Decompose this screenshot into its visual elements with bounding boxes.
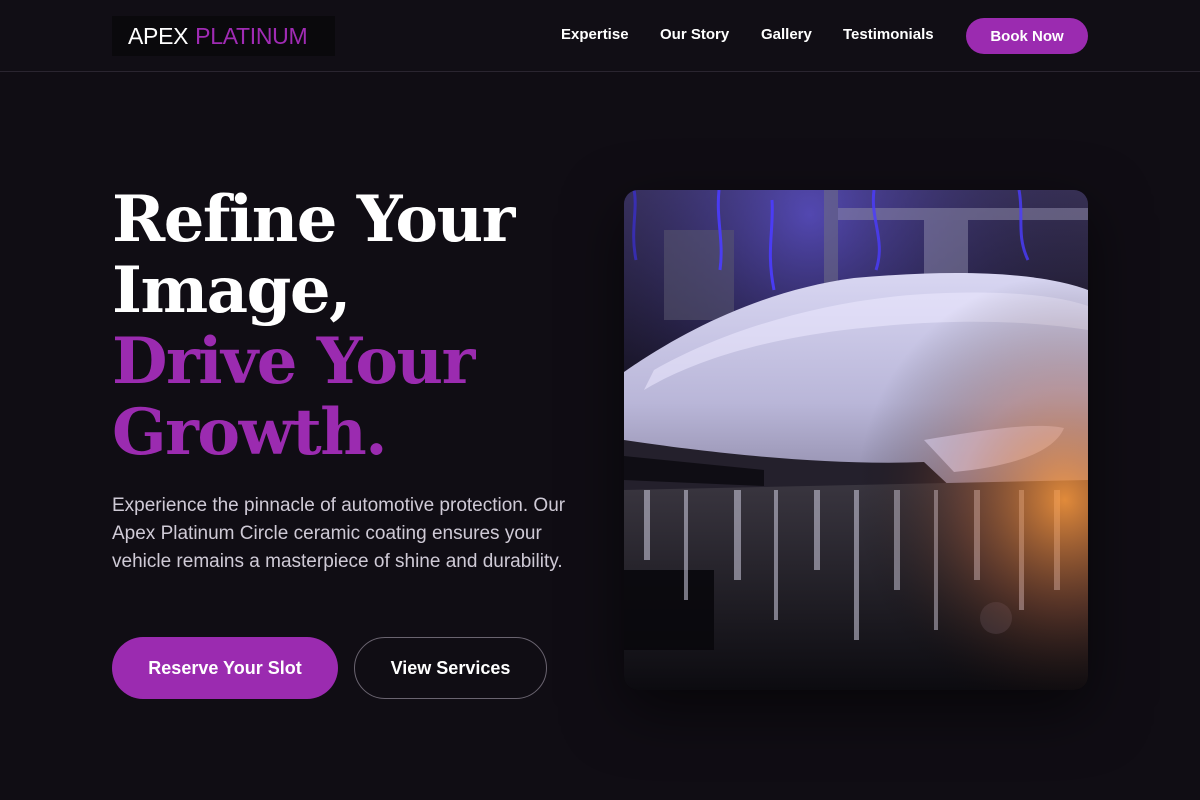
nav-link-gallery[interactable]: Gallery [761, 26, 812, 43]
headline-line-1: Refine Your [112, 182, 515, 257]
nav-link-our-story[interactable]: Our Story [660, 26, 729, 43]
headline-line-2: Image, [112, 253, 351, 328]
reserve-slot-button[interactable]: Reserve Your Slot [112, 637, 338, 699]
headline-line-4: Growth. [112, 395, 388, 470]
headline-line-3: Drive Your [112, 324, 475, 399]
hero-description: Experience the pinnacle of automotive pr… [112, 495, 566, 572]
view-services-button[interactable]: View Services [354, 637, 547, 699]
car-foam-illustration [624, 190, 1088, 690]
hero-headline: Refine Your Image, Drive Your Growth. [112, 182, 515, 470]
book-now-button[interactable]: Book Now [966, 18, 1088, 54]
site-header: APEX PLATINUM Expertise Our Story Galler… [0, 0, 1200, 72]
hero-car-image [624, 190, 1088, 690]
nav-link-testimonials[interactable]: Testimonials [843, 26, 934, 43]
nav-link-expertise[interactable]: Expertise [561, 26, 629, 43]
